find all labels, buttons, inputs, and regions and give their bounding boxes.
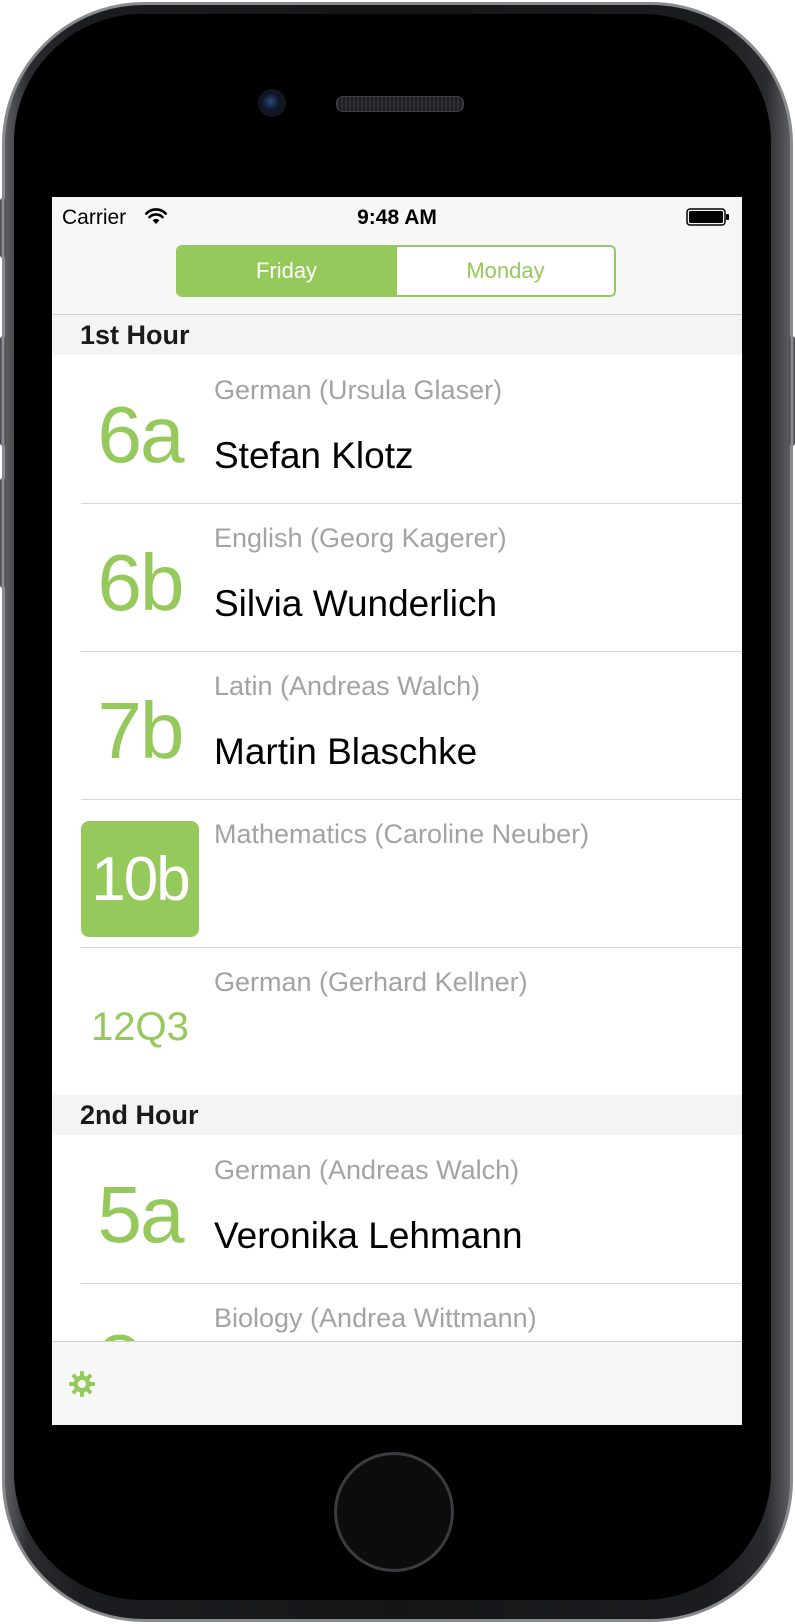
substitute-teacher: Stefan Klotz xyxy=(214,435,414,476)
list-item[interactable]: 5a German (Andreas Walch) Veronika Lehma… xyxy=(52,1135,742,1283)
app-screen: Carrier 9:48 AM Friday Monday 1st Hour 6… xyxy=(52,197,742,1425)
bottom-toolbar xyxy=(52,1341,742,1425)
list-item[interactable]: 8a Biology (Andrea Wittmann) xyxy=(52,1283,742,1341)
substitute-teacher: Martin Blaschke xyxy=(214,731,478,772)
status-time: 9:48 AM xyxy=(357,206,437,229)
battery-icon xyxy=(686,208,729,226)
segment-monday[interactable]: Monday xyxy=(395,247,614,295)
class-label: 7b xyxy=(97,686,185,775)
earpiece-speaker xyxy=(336,96,464,112)
status-bar: Carrier 9:48 AM xyxy=(52,197,742,237)
list-item[interactable]: 6b English (Georg Kagerer) Silvia Wunder… xyxy=(52,503,742,651)
class-label: 8a xyxy=(81,1305,199,1341)
list-item[interactable]: 6a German (Ursula Glaser) Stefan Klotz xyxy=(52,355,742,503)
segment-friday[interactable]: Friday xyxy=(178,247,395,295)
mute-switch xyxy=(0,198,6,258)
subject-label: Mathematics (Caroline Neuber) xyxy=(214,819,590,849)
front-camera xyxy=(258,89,286,117)
section-header: 1st Hour xyxy=(52,315,742,355)
substitute-teacher: Veronika Lehmann xyxy=(214,1215,523,1256)
subject-label: German (Gerhard Kellner) xyxy=(214,967,528,997)
section-header: 2nd Hour xyxy=(52,1095,742,1135)
class-label-highlighted: 10b xyxy=(81,821,199,937)
class-label: 12Q3 xyxy=(91,1004,189,1049)
subject-label: German (Ursula Glaser) xyxy=(214,375,503,405)
subject-label: English (Georg Kagerer) xyxy=(214,523,507,553)
substitution-list[interactable]: 1st Hour 6a German (Ursula Glaser) Stefa… xyxy=(52,315,742,1341)
list-item[interactable]: 12Q3 German (Gerhard Kellner) xyxy=(52,947,742,1095)
class-label: 5a xyxy=(97,1170,185,1259)
gear-icon[interactable] xyxy=(68,1370,96,1398)
class-label: 6a xyxy=(97,390,185,479)
subject-label: Biology (Andrea Wittmann) xyxy=(214,1303,537,1333)
class-label: 6b xyxy=(97,538,185,627)
volume-up-button xyxy=(0,336,6,446)
power-button xyxy=(789,336,795,446)
home-button[interactable] xyxy=(334,1452,454,1572)
substitute-teacher: Silvia Wunderlich xyxy=(214,583,498,624)
volume-down-button xyxy=(0,478,6,588)
subject-label: German (Andreas Walch) xyxy=(214,1155,520,1185)
day-segmented-control: Friday Monday xyxy=(176,245,616,297)
subject-label: Latin (Andreas Walch) xyxy=(214,671,481,701)
navigation-bar: Friday Monday xyxy=(52,237,742,315)
list-item[interactable]: 10b Mathematics (Caroline Neuber) xyxy=(52,799,742,947)
list-item[interactable]: 7b Latin (Andreas Walch) Martin Blaschke xyxy=(52,651,742,799)
